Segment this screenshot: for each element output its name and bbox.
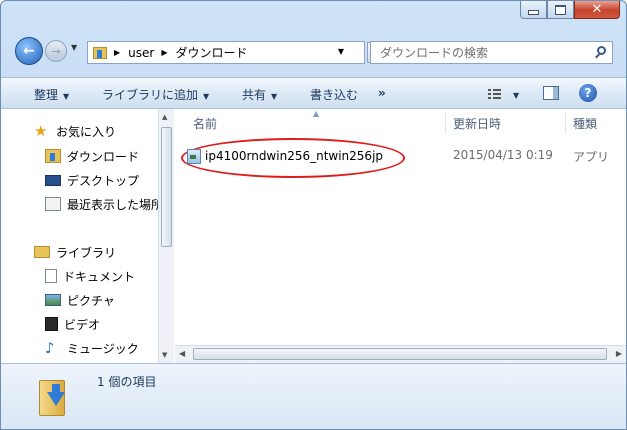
column-header-type[interactable]: 種類 <box>573 109 597 137</box>
video-film-icon <box>45 317 58 331</box>
horizontal-scrollbar[interactable]: ◀ ▶ <box>175 345 626 363</box>
column-divider[interactable] <box>445 112 446 134</box>
address-row: ← → ▼ ▶ user ▶ ダウンロード ▼ ⇄ <box>15 35 613 69</box>
recent-pages-dropdown[interactable]: ▼ <box>71 43 77 52</box>
scroll-left-icon[interactable]: ◀ <box>179 349 185 358</box>
documents-icon <box>45 269 57 283</box>
column-divider[interactable] <box>565 112 566 134</box>
recent-places-icon <box>45 197 61 211</box>
share-menu[interactable]: 共有 ▼ <box>242 86 277 103</box>
chevron-down-icon: ▼ <box>271 92 278 101</box>
star-icon: ★ <box>34 122 48 140</box>
sidebar-item-label: お気に入り <box>56 124 117 139</box>
breadcrumb-user[interactable]: user <box>128 46 154 60</box>
address-bar[interactable]: ▶ user ▶ ダウンロード ▼ ⇄ <box>87 41 390 64</box>
more-commands-button[interactable]: » <box>378 86 386 100</box>
preview-pane-icon[interactable] <box>543 86 559 100</box>
sidebar-item-libraries[interactable]: ライブラリ <box>34 242 116 262</box>
sidebar-item-downloads[interactable]: ダウンロード <box>45 146 139 166</box>
command-bar: 整理 ▼ ライブラリに追加 ▼ 共有 ▼ 書き込む » ▼ ? <box>1 77 626 109</box>
close-button[interactable]: ✕ <box>574 1 620 19</box>
file-list: ▲ 名前 更新日時 種類 ip4100rndwin256_ntwin256jp … <box>175 109 626 363</box>
sidebar-item-recent-places[interactable]: 最近表示した場所 <box>45 194 159 214</box>
table-row[interactable]: ip4100rndwin256_ntwin256jp <box>187 145 383 167</box>
breadcrumb-downloads[interactable]: ダウンロード <box>176 44 248 61</box>
details-pane: 1 個の項目 <box>1 363 626 429</box>
downloads-folder-icon <box>39 376 69 416</box>
sidebar-item-label: ビデオ <box>64 317 101 332</box>
breadcrumb-separator-icon[interactable]: ▶ <box>114 48 120 57</box>
sidebar-item-videos[interactable]: ビデオ <box>45 314 100 334</box>
view-dropdown-icon[interactable]: ▼ <box>513 87 519 101</box>
burn-button[interactable]: 書き込む <box>310 86 358 103</box>
sidebar-item-music[interactable]: ♪ ミュージック <box>45 338 139 358</box>
minimize-icon <box>528 10 539 15</box>
maximize-icon <box>555 4 566 15</box>
horizontal-scroll-thumb[interactable] <box>193 348 607 360</box>
downloads-folder-icon <box>93 46 107 59</box>
forward-arrow-icon: → <box>51 44 61 58</box>
scroll-up-icon[interactable]: ▲ <box>162 113 167 121</box>
navigation-pane: ★ お気に入り ダウンロード デスクトップ 最近表示した場所 ライブラリ ドキュ… <box>1 109 159 363</box>
library-folder-icon <box>34 246 50 258</box>
music-note-icon: ♪ <box>45 339 55 357</box>
close-icon: ✕ <box>591 2 603 17</box>
search-box <box>370 41 613 64</box>
installer-file-icon <box>187 148 201 164</box>
back-button[interactable]: ← <box>15 37 43 65</box>
content-area: ★ お気に入り ダウンロード デスクトップ 最近表示した場所 ライブラリ ドキュ… <box>1 109 626 363</box>
add-to-library-label: ライブラリに追加 <box>102 88 199 102</box>
chevron-down-icon: ▼ <box>203 92 210 101</box>
back-arrow-icon: ← <box>23 43 35 59</box>
burn-label: 書き込む <box>310 88 359 102</box>
organize-label: 整理 <box>34 88 59 102</box>
forward-button[interactable]: → <box>45 40 67 62</box>
chevron-down-icon: ▼ <box>63 92 70 101</box>
file-name[interactable]: ip4100rndwin256_ntwin256jp <box>205 149 383 163</box>
sidebar-item-desktop[interactable]: デスクトップ <box>45 170 139 190</box>
explorer-window: ✕ ← → ▼ ▶ user ▶ ダウンロード ▼ ⇄ 整理 ▼ ライブラリに追加… <box>0 0 627 430</box>
address-dropdown-icon[interactable]: ▼ <box>338 47 344 56</box>
maximize-button[interactable] <box>547 1 574 19</box>
search-input[interactable] <box>378 44 587 61</box>
sidebar-scroll-thumb[interactable] <box>161 127 172 247</box>
item-count: 1 個の項目 <box>97 375 157 389</box>
help-icon[interactable]: ? <box>579 84 597 102</box>
add-to-library-menu[interactable]: ライブラリに追加 ▼ <box>102 86 209 103</box>
file-date: 2015/04/13 0:19 <box>453 148 553 162</box>
desktop-icon <box>45 174 61 186</box>
sidebar-item-pictures[interactable]: ピクチャ <box>45 290 115 310</box>
share-label: 共有 <box>242 88 267 102</box>
sidebar-item-label: ドキュメント <box>63 269 136 284</box>
column-header-name[interactable]: 名前 <box>193 109 217 137</box>
sidebar-item-label: 最近表示した場所 <box>67 197 159 212</box>
downloads-folder-icon <box>45 149 61 163</box>
sidebar-item-favorites[interactable]: ★ お気に入り <box>34 121 116 141</box>
sidebar-item-label: ミュージック <box>67 341 139 356</box>
sidebar-item-label: ピクチャ <box>67 293 115 308</box>
sidebar-item-documents[interactable]: ドキュメント <box>45 266 135 286</box>
caption-buttons: ✕ <box>520 1 620 19</box>
minimize-button[interactable] <box>520 1 547 19</box>
organize-menu[interactable]: 整理 ▼ <box>34 86 69 103</box>
view-options-icon[interactable] <box>488 88 504 100</box>
sort-ascending-icon: ▲ <box>313 109 320 118</box>
sidebar-scrollbar[interactable]: ▲ ▼ <box>158 109 174 363</box>
scroll-right-icon[interactable]: ▶ <box>616 349 622 358</box>
sidebar-item-label: ダウンロード <box>67 149 140 164</box>
sidebar-item-label: デスクトップ <box>67 173 140 188</box>
search-icon[interactable] <box>597 46 606 55</box>
file-type: アプリ <box>573 150 610 164</box>
sidebar-item-label: ライブラリ <box>56 245 117 260</box>
scroll-down-icon[interactable]: ▼ <box>162 351 167 359</box>
pictures-icon <box>45 294 61 306</box>
column-header-date[interactable]: 更新日時 <box>453 109 501 137</box>
breadcrumb-separator-icon[interactable]: ▶ <box>161 48 167 57</box>
